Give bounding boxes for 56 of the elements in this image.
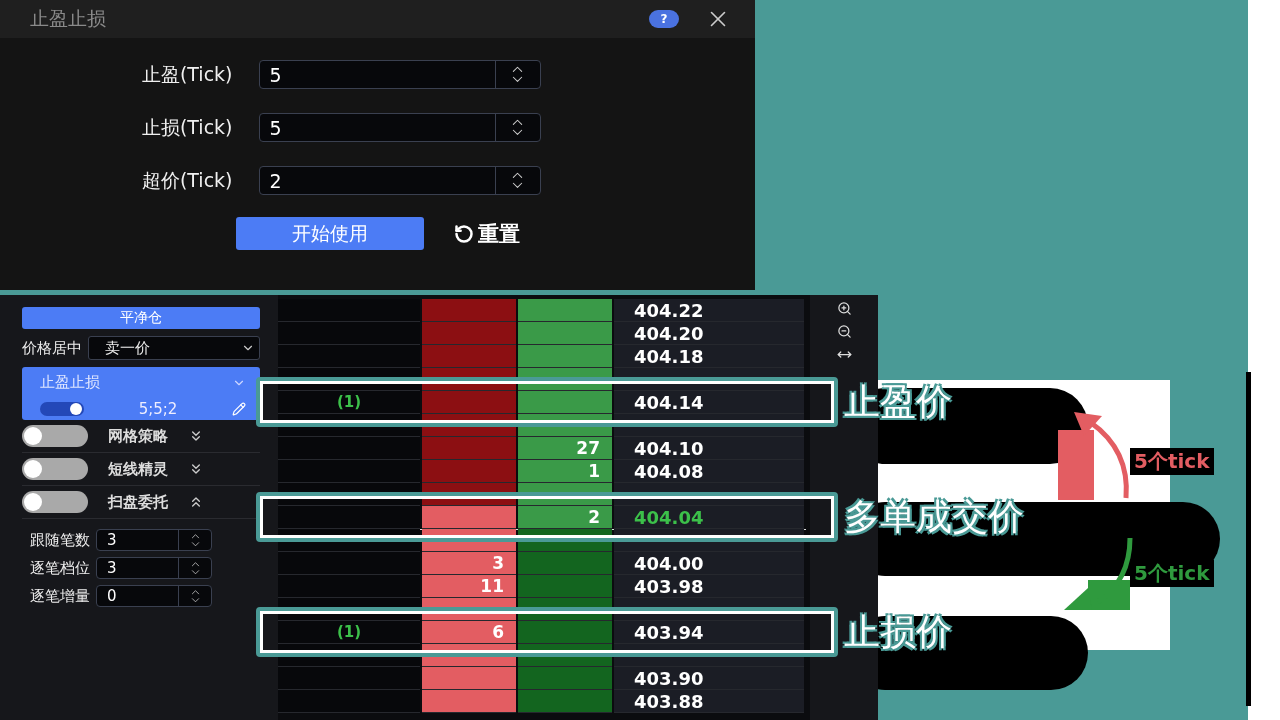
price-select[interactable]: 卖一价 — [88, 336, 260, 360]
callout-label: 多单成交价 — [844, 494, 1024, 538]
number-field[interactable]: 5 — [258, 113, 541, 142]
bid-cell[interactable]: 2 — [518, 506, 612, 529]
ask-quantity: 6 — [492, 622, 505, 642]
field-label: 逐笔增量 — [30, 586, 90, 606]
bid-quantity: 27 — [576, 438, 601, 458]
number-field[interactable]: 3 — [96, 557, 212, 579]
price-text: 404.22 — [634, 299, 704, 321]
price-text: 404.20 — [634, 322, 704, 344]
price-text: 404.14 — [634, 391, 704, 413]
reset-button[interactable]: 重置 — [453, 219, 520, 248]
bid-quantity: 1 — [588, 461, 601, 481]
card-summary: 5;5;2 — [138, 400, 178, 418]
order-cell[interactable]: (1) — [278, 391, 420, 414]
price-text: 404.00 — [634, 552, 704, 574]
card-title: 止盈止损 — [40, 373, 100, 392]
price-text: 404.04 — [634, 506, 704, 528]
price-text: 403.88 — [634, 690, 704, 712]
field-label: 止损(Tick) — [140, 114, 233, 140]
price-text: 404.08 — [634, 460, 704, 482]
price-text: 404.18 — [634, 345, 704, 367]
flatten-button[interactable]: 平净仓 — [22, 307, 260, 329]
ask-cell[interactable]: 6 — [422, 621, 516, 644]
ask-cell[interactable]: 11 — [422, 575, 516, 598]
price-text: 403.90 — [634, 667, 704, 689]
order-cell[interactable]: (1) — [278, 621, 420, 644]
field-label: 超价(Tick) — [140, 167, 233, 193]
field-label: 逐笔档位 — [30, 558, 90, 578]
order-marker: (1) — [336, 623, 362, 641]
price-text: 404.10 — [634, 437, 704, 459]
strategy-label: 网格策略 — [108, 426, 168, 446]
strategy-label: 短线精灵 — [108, 459, 168, 479]
price-text: 403.98 — [634, 575, 704, 597]
callout-label: 止损价 — [844, 609, 952, 653]
ask-quantity: 11 — [480, 576, 505, 596]
field-label: 跟随笔数 — [30, 530, 90, 550]
number-field[interactable]: 2 — [258, 166, 541, 195]
number-field[interactable]: 3 — [96, 529, 212, 551]
bid-quantity: 2 — [588, 507, 601, 527]
order-marker: (1) — [336, 393, 362, 411]
ask-quantity: 3 — [492, 553, 505, 573]
field-label: 价格居中 — [22, 338, 82, 358]
tick-count-label: 5个tick — [1130, 560, 1214, 587]
price-text: 403.94 — [634, 621, 704, 643]
tick-count-label: 5个tick — [1130, 448, 1214, 475]
help-button[interactable]: ? — [649, 10, 679, 28]
dialog-title: 止盈止损 — [30, 6, 107, 31]
number-field[interactable]: 5 — [258, 60, 541, 89]
number-field[interactable]: 0 — [96, 585, 212, 607]
bid-cell[interactable]: 1 — [518, 460, 612, 483]
strategy-label: 扫盘委托 — [108, 492, 168, 512]
ask-cell[interactable]: 3 — [422, 552, 516, 575]
bid-cell[interactable]: 27 — [518, 437, 612, 460]
field-label: 止盈(Tick) — [140, 61, 233, 87]
start-button[interactable]: 开始使用 — [235, 217, 424, 250]
